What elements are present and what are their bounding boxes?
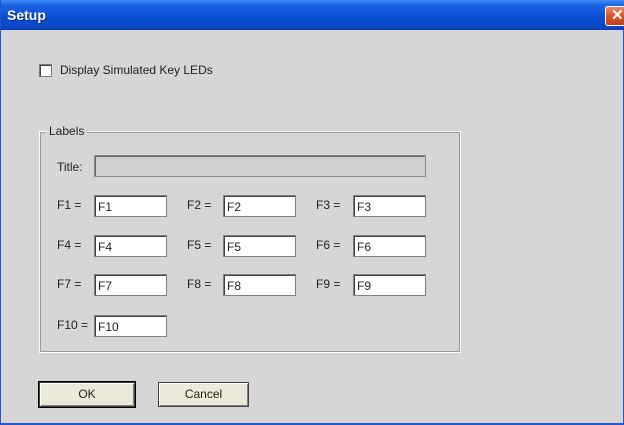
title-field-label: Title:	[57, 160, 83, 174]
f1-label: F1 =	[57, 198, 82, 212]
close-icon: ✕	[611, 7, 624, 24]
display-leds-label: Display Simulated Key LEDs	[60, 63, 213, 77]
setup-dialog: Setup ✕ Display Simulated Key LEDs Label…	[0, 0, 624, 425]
f5-label: F5 =	[187, 238, 212, 252]
labels-group-legend: Labels	[46, 124, 88, 138]
f2-label: F2 =	[187, 198, 212, 212]
f8-field[interactable]: F8	[223, 274, 296, 296]
title-bar[interactable]: Setup ✕	[1, 0, 624, 30]
f6-label: F6 =	[316, 238, 341, 252]
title-field[interactable]	[94, 155, 426, 177]
f6-field[interactable]: F6	[353, 235, 426, 257]
window-title: Setup	[7, 7, 46, 23]
f4-label: F4 =	[57, 238, 82, 252]
ok-button[interactable]: OK	[38, 381, 136, 408]
display-leds-checkbox[interactable]	[39, 64, 52, 77]
f2-field[interactable]: F2	[223, 195, 296, 217]
f8-label: F8 =	[187, 277, 212, 291]
f10-field[interactable]: F10	[94, 315, 167, 337]
f7-field[interactable]: F7	[94, 274, 167, 296]
f5-field[interactable]: F5	[223, 235, 296, 257]
f9-label: F9 =	[316, 277, 341, 291]
f9-field[interactable]: F9	[353, 274, 426, 296]
f3-field[interactable]: F3	[353, 195, 426, 217]
cancel-button[interactable]: Cancel	[158, 382, 249, 407]
f7-label: F7 =	[57, 277, 82, 291]
f3-label: F3 =	[316, 198, 341, 212]
f10-label: F10 =	[57, 318, 89, 332]
close-button[interactable]: ✕	[605, 6, 624, 26]
f4-field[interactable]: F4	[94, 235, 167, 257]
f1-field[interactable]: F1	[94, 195, 167, 217]
